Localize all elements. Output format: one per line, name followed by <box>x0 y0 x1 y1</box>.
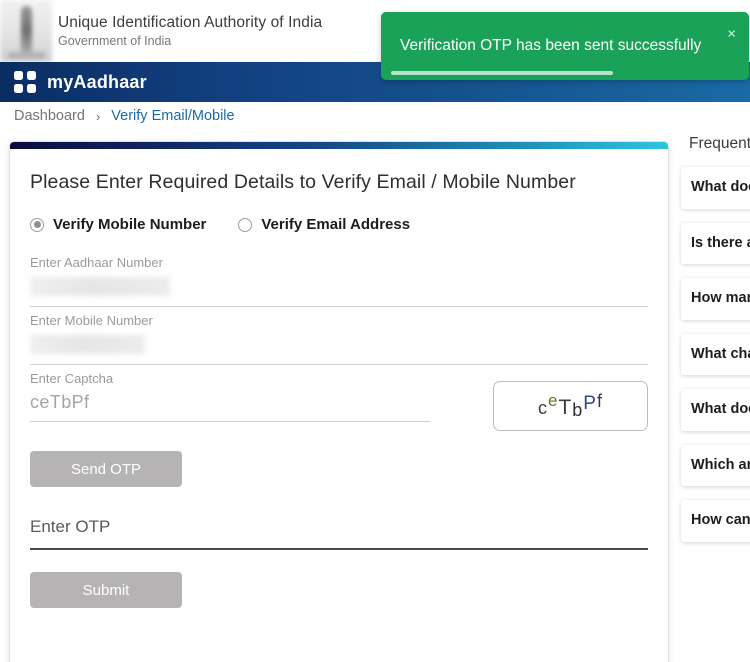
breadcrumb-current-page[interactable]: Verify Email/Mobile <box>111 108 234 124</box>
submit-button[interactable]: Submit <box>30 572 182 608</box>
submit-row: Submit <box>30 572 648 608</box>
mobile-number-value <box>30 334 648 356</box>
faq-heading-row: ? Frequently Asked Questions <box>681 135 750 153</box>
aadhaar-number-value <box>30 276 648 298</box>
toast-message: Verification OTP has been sent successfu… <box>400 37 702 54</box>
send-otp-button[interactable]: Send OTP <box>30 451 182 487</box>
close-icon[interactable]: × <box>727 27 736 42</box>
captcha-char: T <box>558 396 573 419</box>
verify-form-body: Please Enter Required Details to Verify … <box>10 149 668 608</box>
captcha-char: c <box>537 398 548 418</box>
aadhaar-number-label: Enter Aadhaar Number <box>30 255 163 270</box>
radio-label-mobile: Verify Mobile Number <box>53 216 207 233</box>
captcha-input[interactable]: ceTbPf <box>30 392 430 413</box>
mobile-number-redacted <box>30 335 145 354</box>
page-root: Unique Identification Authority of India… <box>0 0 750 662</box>
success-toast: Verification OTP has been sent successfu… <box>381 12 749 80</box>
mobile-number-label: Enter Mobile Number <box>30 313 153 328</box>
captcha-input-wrap: Enter Captcha ceTbPf <box>30 371 430 422</box>
faq-item[interactable]: What documents are valid as Proof of Add… <box>681 389 750 431</box>
send-otp-row: Send OTP <box>30 451 648 487</box>
faq-item[interactable]: How many times can I update my name? <box>681 278 750 320</box>
faq-item[interactable]: What documents are required for Aadhaar … <box>681 167 750 209</box>
captcha-char: e <box>547 391 559 410</box>
aadhaar-number-underline <box>30 306 648 307</box>
toast-progress-bar <box>391 71 613 75</box>
organization-subtitle: Government of India <box>58 33 172 48</box>
otp-underline <box>30 548 648 550</box>
mobile-number-underline <box>30 364 648 365</box>
faq-item[interactable]: What charges apply for an update? <box>681 333 750 376</box>
radio-verify-email-address[interactable]: Verify Email Address <box>238 216 410 233</box>
brand-name: myAadhaar <box>47 71 147 92</box>
verify-type-radio-group: Verify Mobile Number Verify Email Addres… <box>30 216 648 233</box>
captcha-section: Enter Captcha ceTbPf ceTbPf <box>30 371 648 431</box>
faq-item[interactable]: Is there any charge for updating Demogra… <box>681 222 750 265</box>
faq-item[interactable]: Which are the details I can update in Aa… <box>681 444 750 487</box>
radio-label-email: Verify Email Address <box>261 216 411 233</box>
radio-verify-mobile-number[interactable]: Verify Mobile Number <box>30 216 206 233</box>
verify-form-card: Please Enter Required Details to Verify … <box>9 141 669 662</box>
captcha-field[interactable]: Enter Captcha ceTbPf <box>30 371 430 422</box>
captcha-image-text: ceTbPf <box>537 391 603 420</box>
otp-placeholder-label: Enter OTP <box>30 517 111 536</box>
captcha-underline <box>30 421 430 422</box>
captcha-char: P <box>583 393 597 414</box>
india-state-emblem-icon <box>0 0 52 62</box>
aadhaar-number-field[interactable]: Enter Aadhaar Number <box>30 255 648 307</box>
card-gradient-accent <box>10 142 668 149</box>
captcha-char: b <box>572 400 584 420</box>
breadcrumb-dashboard-link[interactable]: Dashboard <box>14 108 85 124</box>
faq-list: What documents are required for Aadhaar … <box>681 167 750 542</box>
breadcrumb: Dashboard › Verify Email/Mobile <box>0 102 750 130</box>
radio-dot-email-icon[interactable] <box>238 217 253 232</box>
page-title: Please Enter Required Details to Verify … <box>30 171 576 193</box>
faq-sidebar: ? Frequently Asked Questions What docume… <box>681 135 750 662</box>
organization-title: Unique Identification Authority of India <box>58 13 323 31</box>
grid-squares-icon[interactable] <box>14 71 36 93</box>
captcha-label: Enter Captcha <box>30 371 114 386</box>
captcha-char: f <box>596 391 603 411</box>
government-header-text: Unique Identification Authority of India… <box>58 14 322 48</box>
radio-dot-mobile-icon[interactable] <box>30 217 44 232</box>
captcha-image[interactable]: ceTbPf <box>493 381 648 431</box>
mobile-number-field[interactable]: Enter Mobile Number <box>30 313 648 365</box>
otp-field[interactable]: Enter OTP <box>30 517 648 550</box>
chevron-right-icon: › <box>95 108 101 124</box>
faq-heading: Frequently Asked Questions <box>689 135 750 152</box>
aadhaar-number-redacted <box>30 277 170 296</box>
faq-item[interactable]: How can I update my Aadhaar in case of l… <box>681 500 750 542</box>
